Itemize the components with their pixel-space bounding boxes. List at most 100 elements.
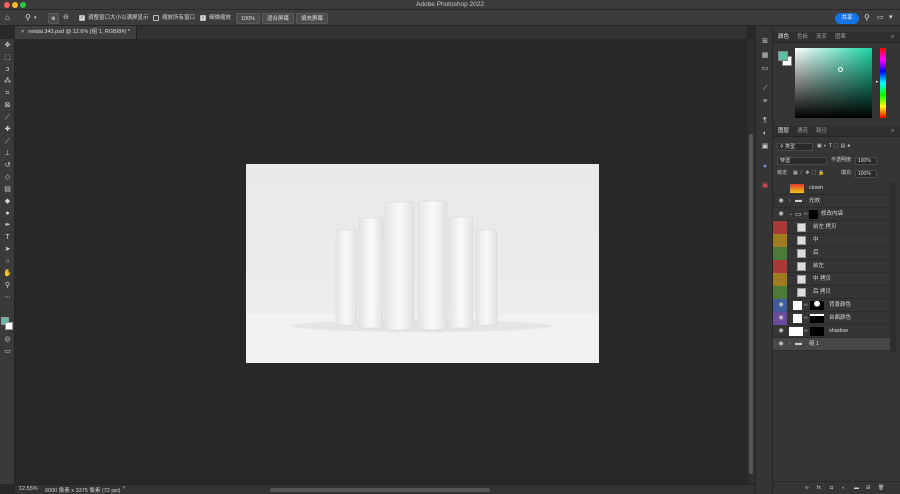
zoom-tool-icon[interactable]: ⚲: [2, 281, 13, 291]
layer-row[interactable]: ◉ ∞ 台面颜色: [773, 312, 890, 325]
tab-paths[interactable]: 路径: [816, 126, 827, 137]
blend-mode-select[interactable]: 穿透: [777, 157, 827, 165]
horizontal-scroll-thumb[interactable]: [270, 488, 490, 492]
frame-tool-icon[interactable]: ⊠: [2, 101, 13, 111]
tab-swatches[interactable]: 色板: [797, 32, 808, 43]
brush-settings-icon[interactable]: ⟋: [760, 84, 770, 93]
tab-layers[interactable]: 图层: [778, 126, 789, 137]
screen-mode-icon[interactable]: ▭: [2, 347, 13, 357]
eraser-tool-icon[interactable]: ◇: [2, 173, 13, 183]
zoom-out-button[interactable]: ⊖: [63, 13, 69, 23]
healing-brush-tool-icon[interactable]: ✚: [2, 125, 13, 135]
fx-icon[interactable]: fx: [817, 484, 821, 493]
zoom-tool-icon[interactable]: ⚲: [25, 13, 31, 23]
gradient-tool-icon[interactable]: ▤: [2, 185, 13, 195]
layer-filter-select[interactable]: ⚲ 类型: [777, 143, 813, 151]
background-color-swatch[interactable]: [5, 322, 13, 330]
link-icon[interactable]: ∞: [805, 484, 809, 493]
layers-scrollbar[interactable]: [890, 182, 896, 352]
pen-tool-icon[interactable]: ✒: [2, 221, 13, 231]
lock-icons[interactable]: ▦⟋✥⬚🔒: [793, 169, 826, 178]
visibility-eye-icon[interactable]: ◉: [777, 314, 785, 322]
blur-tool-icon[interactable]: ◆: [2, 197, 13, 207]
status-arrow-icon[interactable]: ›: [123, 485, 125, 491]
resize-windows-checkbox[interactable]: ✓ 调整窗口大小以满屏显示: [79, 13, 149, 23]
dodge-tool-icon[interactable]: ●: [2, 209, 13, 219]
status-zoom[interactable]: 12.55%: [19, 486, 38, 492]
chevron-right-icon[interactable]: ›: [789, 198, 791, 204]
libraries-icon[interactable]: ▣: [760, 142, 770, 151]
adjustments-icon[interactable]: ≡: [760, 97, 770, 106]
plugin-icon[interactable]: ▣: [760, 181, 770, 190]
layer-row[interactable]: 中: [773, 234, 890, 247]
color-wheel-icon[interactable]: ●: [760, 162, 770, 171]
paragraph-icon[interactable]: ¶: [760, 116, 770, 125]
visibility-eye-icon[interactable]: ◉: [777, 340, 785, 348]
trash-icon[interactable]: 🗑: [878, 484, 884, 493]
brush-tool-icon[interactable]: ⟋: [2, 137, 13, 147]
styles-icon[interactable]: ◐: [760, 129, 770, 138]
document-canvas[interactable]: [246, 164, 599, 363]
hue-slider-handle[interactable]: ▸: [876, 79, 879, 85]
layer-row[interactable]: ◉ ∞ 背景颜色: [773, 299, 890, 312]
zoom-all-windows-checkbox[interactable]: 缩放所有窗口: [153, 13, 195, 23]
fill-input[interactable]: 100%: [855, 170, 877, 178]
magic-wand-tool-icon[interactable]: ⁂: [2, 77, 13, 87]
tab-channels[interactable]: 通道: [797, 126, 808, 137]
tab-gradients[interactable]: 渐变: [816, 32, 827, 43]
layer-row[interactable]: ◉ ∞ shadow: [773, 325, 890, 338]
path-selection-tool-icon[interactable]: ➤: [2, 245, 13, 255]
more-tools-icon[interactable]: ⋯: [2, 293, 13, 303]
comments-icon[interactable]: ▭: [760, 64, 770, 73]
crop-tool-icon[interactable]: ⌗: [2, 89, 13, 99]
tab-patterns[interactable]: 图案: [835, 32, 846, 43]
chevron-down-icon[interactable]: ▾: [889, 13, 893, 23]
vertical-scroll-thumb[interactable]: [749, 134, 753, 474]
search-icon[interactable]: ⚲: [864, 13, 870, 23]
visibility-eye-icon[interactable]: ◉: [777, 197, 785, 205]
panel-menu-icon[interactable]: ≡: [891, 126, 894, 137]
close-tab-icon[interactable]: ×: [21, 29, 24, 35]
fit-screen-button[interactable]: 适合屏幕: [262, 12, 295, 24]
properties-icon[interactable]: ▦: [760, 51, 770, 60]
lasso-tool-icon[interactable]: ↄ: [2, 65, 13, 75]
scrubby-zoom-checkbox[interactable]: ✓ 细微缩放: [200, 13, 231, 23]
adjustment-icon[interactable]: ◐: [842, 484, 845, 493]
hand-tool-icon[interactable]: ✋: [2, 269, 13, 279]
eyedropper-tool-icon[interactable]: ⟋: [2, 113, 13, 123]
layer-row[interactable]: 前左 拷贝: [773, 221, 890, 234]
share-button[interactable]: 共享: [835, 12, 859, 24]
layer-row[interactable]: 后 拷贝: [773, 286, 890, 299]
visibility-eye-icon[interactable]: ◉: [777, 301, 785, 309]
folder-icon[interactable]: ▬: [854, 484, 859, 493]
color-picker-cursor[interactable]: [838, 67, 843, 72]
foreground-color-chip[interactable]: [778, 51, 788, 61]
layer-row[interactable]: 后: [773, 247, 890, 260]
history-icon[interactable]: ⊞: [760, 37, 770, 46]
stamp-tool-icon[interactable]: ⊥: [2, 149, 13, 159]
layer-row[interactable]: ◉ › ▬ 光效: [773, 195, 890, 208]
document-tab[interactable]: × neidai.343.psd @ 12.6% (组 1, RGB/8#) *: [15, 26, 137, 39]
zoom-100-button[interactable]: 100%: [236, 12, 261, 24]
shape-tool-icon[interactable]: ○: [2, 257, 13, 267]
vertical-scrollbar[interactable]: [747, 39, 755, 484]
layer-row[interactable]: 中 拷贝: [773, 273, 890, 286]
layer-row[interactable]: ◉ ⌄ ▭ ∞ 修改内袋: [773, 208, 890, 221]
tab-color[interactable]: 颜色: [778, 32, 789, 43]
home-icon[interactable]: ⌂: [5, 13, 10, 23]
chevron-right-icon[interactable]: ›: [789, 341, 791, 347]
new-layer-icon[interactable]: ⊞: [866, 484, 870, 493]
fill-screen-button[interactable]: 填充屏幕: [296, 12, 329, 24]
workspace-icon[interactable]: ▭: [877, 13, 884, 23]
layer-row-selected[interactable]: ◉ › ▬ 组 1: [773, 338, 890, 351]
hue-slider[interactable]: [880, 48, 886, 118]
visibility-eye-icon[interactable]: ◉: [777, 210, 785, 218]
layer-filter-icons[interactable]: ▣◐T⬚▤●: [817, 142, 852, 151]
chevron-down-icon[interactable]: ⌄: [789, 211, 793, 217]
marquee-tool-icon[interactable]: ⬚: [2, 53, 13, 63]
mask-icon[interactable]: ◘: [830, 484, 833, 493]
color-field[interactable]: [795, 48, 872, 118]
move-tool-icon[interactable]: ✥: [2, 41, 13, 51]
opacity-input[interactable]: 100%: [855, 157, 877, 165]
visibility-eye-icon[interactable]: ◉: [777, 327, 785, 335]
